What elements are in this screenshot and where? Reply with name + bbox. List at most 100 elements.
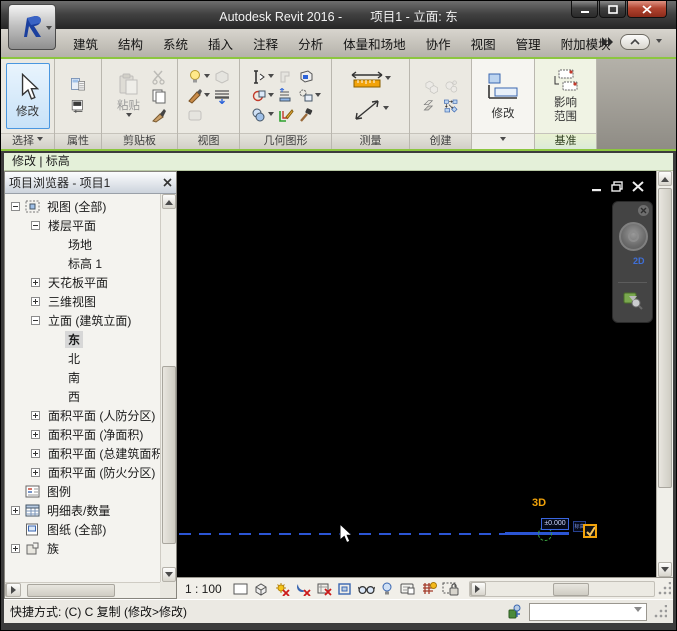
cut-icon[interactable] — [151, 69, 167, 85]
view-restore-icon[interactable] — [611, 181, 623, 192]
panel-label-view[interactable]: 视图 — [178, 133, 239, 149]
window-resize-grip[interactable] — [653, 605, 667, 619]
expand-plus-icon[interactable] — [31, 278, 40, 287]
visibility-lightbulb-icon[interactable] — [187, 69, 203, 85]
tree-item-legends[interactable]: 图例 — [5, 482, 160, 501]
browser-vertical-scrollbar[interactable] — [160, 194, 176, 582]
dropdown-arrow-icon[interactable] — [385, 76, 391, 83]
filled-region-icon[interactable] — [423, 98, 439, 114]
type-properties-icon[interactable] — [70, 99, 86, 115]
tab-insert[interactable]: 插入 — [198, 29, 243, 58]
expand-plus-icon[interactable] — [31, 297, 40, 306]
ribbon-options-arrow-icon[interactable] — [656, 39, 662, 46]
tree-item-area-plan-gross[interactable]: 面积平面 (总建筑面积) — [5, 444, 160, 463]
tree-item-west[interactable]: 西 — [5, 387, 160, 406]
tree-item-views-root[interactable]: 视图 (全部) — [5, 197, 160, 216]
wall-joins-icon[interactable] — [278, 88, 294, 104]
panel-label-select[interactable]: 选择 — [1, 133, 54, 149]
expand-plus-icon[interactable] — [11, 506, 20, 515]
browser-close-icon[interactable] — [163, 178, 172, 187]
canvas-horizontal-scrollbar[interactable] — [469, 581, 655, 597]
dropdown-arrow-icon[interactable] — [204, 74, 210, 81]
panel-label-clipboard[interactable]: 剪贴板 — [102, 133, 177, 149]
join-unjoin-icon[interactable] — [251, 107, 267, 123]
project-browser-header[interactable]: 项目浏览器 - 项目1 — [5, 172, 176, 194]
tree-item-site[interactable]: 场地 — [5, 235, 160, 254]
tab-annotate[interactable]: 注释 — [243, 29, 288, 58]
tab-manage[interactable]: 管理 — [506, 29, 551, 58]
show-crop-region-icon[interactable] — [337, 581, 354, 597]
paste-button[interactable]: 粘贴 — [113, 70, 145, 123]
visual-style-icon[interactable] — [253, 581, 270, 597]
expand-plus-icon[interactable] — [31, 449, 40, 458]
expand-plus-icon[interactable] — [31, 468, 40, 477]
scroll-right-arrow[interactable] — [6, 583, 21, 597]
dropdown-arrow-icon[interactable] — [204, 93, 210, 100]
offset-icon[interactable] — [298, 88, 314, 104]
tree-item-sheets[interactable]: 图纸 (全部) — [5, 520, 160, 539]
split-face-icon[interactable] — [278, 107, 294, 123]
minimize-button[interactable] — [571, 1, 598, 18]
tree-item-area-plan-renfang[interactable]: 面积平面 (人防分区) — [5, 406, 160, 425]
scrollbar-thumb[interactable] — [27, 584, 115, 597]
panel-label-create[interactable]: 创建 — [410, 133, 471, 149]
temporary-hide-isolate-icon[interactable] — [358, 581, 375, 597]
thin-lines-icon[interactable] — [214, 88, 230, 104]
tree-item-floor-plans[interactable]: 楼层平面 — [5, 216, 160, 235]
dropdown-arrow-icon[interactable] — [268, 112, 274, 119]
dropdown-arrow-icon[interactable] — [268, 93, 274, 100]
worksharing-display-icon[interactable] — [421, 581, 438, 597]
ribbon-cycle-button[interactable] — [620, 34, 650, 50]
expand-plus-icon[interactable] — [11, 544, 20, 553]
expand-plus-icon[interactable] — [31, 411, 40, 420]
create-assembly-icon[interactable] — [443, 79, 459, 95]
panel-label-properties[interactable]: 属性 — [55, 133, 101, 149]
level-3d-indicator[interactable]: 3D — [532, 497, 546, 509]
level-head-checkbox[interactable] — [583, 524, 597, 538]
modify-tool-button[interactable]: 修改 — [6, 63, 50, 129]
drawing-area[interactable]: 2D ±0.000 标高 1 3D — [177, 171, 656, 577]
tab-systems[interactable]: 系统 — [153, 29, 198, 58]
design-options-dropdown[interactable] — [529, 603, 647, 621]
application-menu-button[interactable] — [8, 4, 56, 50]
expand-plus-icon[interactable] — [31, 430, 40, 439]
dropdown-arrow-icon[interactable] — [315, 93, 321, 100]
tab-view[interactable]: 视图 — [461, 29, 506, 58]
tree-item-families[interactable]: 族 — [5, 539, 160, 558]
tab-analyze[interactable]: 分析 — [288, 29, 333, 58]
show-constraints-icon[interactable] — [442, 581, 459, 597]
detail-level-icon[interactable] — [232, 581, 249, 597]
shadows-icon[interactable] — [295, 581, 312, 597]
copy-icon[interactable] — [151, 88, 167, 104]
join-geometry-icon[interactable] — [251, 88, 267, 104]
chevron-double-right-icon[interactable] — [600, 36, 614, 48]
tab-structure[interactable]: 结构 — [108, 29, 153, 58]
scale-button[interactable]: 1 : 100 — [185, 582, 222, 596]
tree-item-3d-views[interactable]: 三维视图 — [5, 292, 160, 311]
override-graphics-icon[interactable] — [187, 88, 203, 104]
scroll-down-arrow[interactable] — [162, 567, 176, 582]
tab-massing-site[interactable]: 体量和场地 — [333, 29, 416, 58]
tree-item-east[interactable]: 东 — [5, 330, 160, 349]
tree-item-area-plan-net[interactable]: 面积平面 (净面积) — [5, 425, 160, 444]
tab-architecture[interactable]: 建筑 — [63, 29, 108, 58]
tree-item-south[interactable]: 南 — [5, 368, 160, 387]
tree-item-elevations[interactable]: 立面 (建筑立面) — [5, 311, 160, 330]
tree-item-area-plan-fire[interactable]: 面积平面 (防火分区) — [5, 463, 160, 482]
demolish-hammer-icon[interactable] — [298, 107, 314, 123]
canvas-vertical-scrollbar[interactable] — [656, 171, 673, 577]
properties-icon[interactable] — [70, 77, 86, 93]
panel-label-datum[interactable]: 基准 — [535, 133, 596, 149]
collapse-minus-icon[interactable] — [31, 316, 40, 325]
dropdown-arrow-icon[interactable] — [383, 106, 389, 113]
measure-ruler-icon[interactable] — [350, 70, 384, 90]
sun-path-icon[interactable] — [274, 581, 291, 597]
scroll-up-arrow[interactable] — [162, 194, 176, 209]
tab-collaborate[interactable]: 协作 — [416, 29, 461, 58]
default-3d-icon[interactable] — [214, 69, 230, 85]
navbar-close-icon[interactable] — [638, 205, 649, 216]
panel-label-measure[interactable]: 测量 — [332, 133, 409, 149]
pane-resize-grip[interactable] — [657, 582, 671, 596]
collapse-minus-icon[interactable] — [31, 221, 40, 230]
view-close-icon[interactable] — [632, 181, 644, 192]
